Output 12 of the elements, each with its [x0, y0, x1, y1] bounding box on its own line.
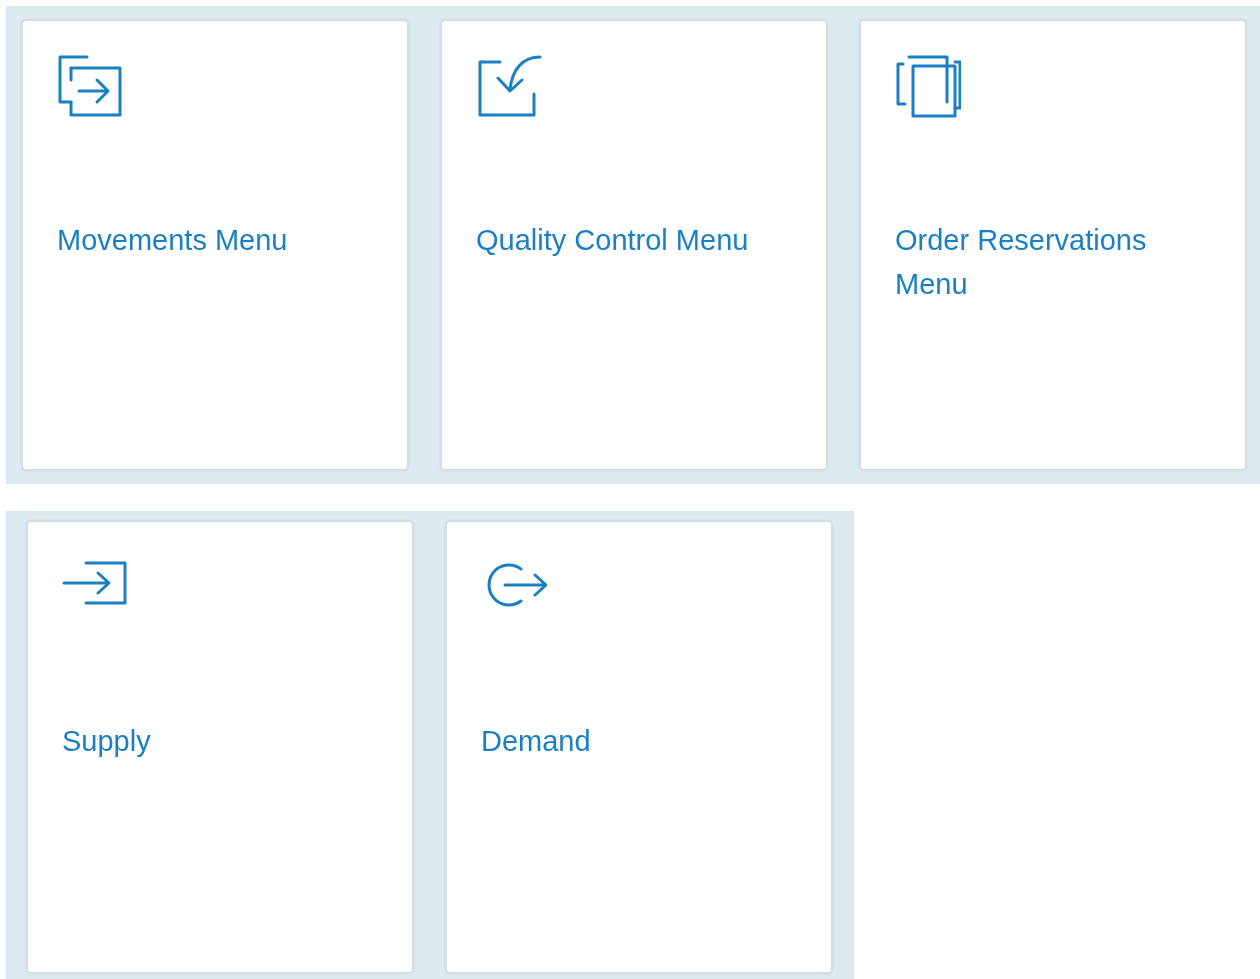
launch-tile[interactable]: Order Reservations Menu: [860, 20, 1246, 470]
tile-title: Demand: [481, 724, 591, 759]
launch-tile[interactable]: Demand: [446, 521, 832, 973]
box-arrow-icon: [57, 54, 123, 120]
launch-tile[interactable]: Quality Control Menu: [441, 20, 827, 470]
launch-tile[interactable]: Movements Menu: [22, 20, 408, 470]
launch-tile[interactable]: Supply: [27, 521, 413, 973]
copy-icon: [895, 54, 961, 120]
tile-title: Movements Menu: [57, 223, 288, 258]
tile-title: Supply: [62, 724, 151, 759]
tile-title: Quality Control Menu: [476, 223, 749, 258]
tile-title: Order Reservations Menu: [895, 223, 1148, 302]
